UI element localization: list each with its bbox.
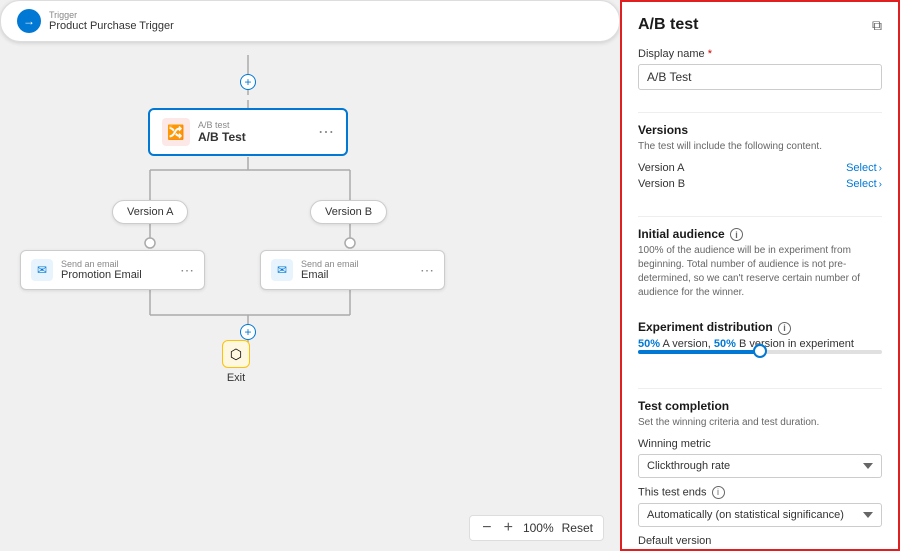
version-b-name: Version B: [638, 178, 685, 190]
zoom-out-button[interactable]: −: [480, 520, 493, 536]
panel-expand-icon[interactable]: ⧉: [872, 17, 882, 34]
dist-b-value: 50%: [714, 338, 736, 350]
ab-node-label: A/B test: [198, 120, 310, 130]
add-step-button-1[interactable]: +: [240, 74, 256, 90]
version-a-chevron: ›: [879, 163, 882, 174]
dist-a-value: 50%: [638, 338, 660, 350]
email-icon-b: ✉: [271, 259, 293, 281]
email-label-a: Send an email: [61, 259, 172, 269]
ab-test-node[interactable]: 🔀 A/B test A/B Test ⋯: [148, 108, 348, 156]
exit-node: ⬡ Exit: [222, 340, 250, 384]
zoom-level: 100%: [523, 521, 554, 535]
email-icon-a: ✉: [31, 259, 53, 281]
email-menu-a[interactable]: ⋯: [180, 262, 194, 279]
canvas: → Trigger Product Purchase Trigger + 🔀 A…: [0, 0, 620, 551]
test-completion-desc: Set the winning criteria and test durati…: [638, 416, 882, 430]
experiment-dist-info-icon[interactable]: i: [778, 322, 791, 335]
trigger-node[interactable]: → Trigger Product Purchase Trigger: [0, 0, 620, 42]
canvas-toolbar: − + 100% Reset: [469, 515, 604, 541]
experiment-dist-section: Experiment distribution i 50% A version,…: [638, 320, 882, 365]
display-name-group: Display name *: [638, 48, 882, 90]
version-a-node[interactable]: Version A: [112, 200, 188, 224]
version-a-select[interactable]: Select ›: [846, 162, 882, 174]
test-completion-title: Test completion: [638, 399, 882, 413]
trigger-name: Product Purchase Trigger: [49, 20, 174, 32]
email-node-b[interactable]: ✉ Send an email Email ⋯: [260, 250, 445, 290]
version-b-label: Version B: [325, 206, 372, 218]
trigger-label: Trigger: [49, 10, 174, 20]
reset-button[interactable]: Reset: [562, 521, 593, 535]
exit-label: Exit: [227, 372, 245, 384]
initial-audience-info-icon[interactable]: i: [730, 228, 743, 241]
winning-metric-label: Winning metric: [638, 438, 882, 450]
versions-section: Versions The test will include the follo…: [638, 123, 882, 194]
test-ends-label: This test ends i: [638, 486, 882, 499]
experiment-dist-title: Experiment distribution i: [638, 320, 882, 334]
display-name-input[interactable]: [638, 64, 882, 90]
add-step-button-2[interactable]: +: [240, 324, 256, 340]
versions-desc: The test will include the following cont…: [638, 140, 882, 154]
distribution-slider[interactable]: [638, 350, 882, 354]
versions-title: Versions: [638, 123, 882, 137]
initial-audience-desc: 100% of the audience will be in experime…: [638, 244, 882, 300]
version-a-row: Version A Select ›: [638, 162, 882, 174]
zoom-in-button[interactable]: +: [502, 520, 515, 536]
version-b-chevron: ›: [879, 179, 882, 190]
trigger-icon: →: [17, 9, 41, 33]
version-a-label: Version A: [127, 206, 173, 218]
email-menu-b[interactable]: ⋯: [420, 262, 434, 279]
panel-header: A/B test ⧉: [638, 16, 882, 34]
dist-label-a: A version,: [662, 338, 710, 350]
version-b-node[interactable]: Version B: [310, 200, 387, 224]
email-node-a[interactable]: ✉ Send an email Promotion Email ⋯: [20, 250, 205, 290]
initial-audience-title: Initial audience i: [638, 227, 882, 241]
ab-test-panel: A/B test ⧉ Display name * Versions The t…: [620, 0, 900, 551]
email-name-a: Promotion Email: [61, 269, 172, 281]
ab-node-menu[interactable]: ⋯: [318, 122, 334, 142]
exit-icon: ⬡: [222, 340, 250, 368]
default-version-label: Default version: [638, 535, 882, 547]
version-b-select[interactable]: Select ›: [846, 178, 882, 190]
ab-icon: 🔀: [162, 118, 190, 146]
panel-title: A/B test: [638, 16, 698, 34]
test-ends-info-icon[interactable]: i: [712, 486, 725, 499]
slider-fill: [638, 350, 760, 354]
version-b-row: Version B Select ›: [638, 178, 882, 190]
winning-metric-select[interactable]: Clickthrough rate: [638, 454, 882, 478]
trigger-text-block: Trigger Product Purchase Trigger: [49, 10, 174, 32]
display-name-label: Display name *: [638, 48, 882, 60]
slider-track: [638, 350, 882, 354]
test-ends-select[interactable]: Automatically (on statistical significan…: [638, 503, 882, 527]
ab-node-name: A/B Test: [198, 130, 310, 144]
email-label-b: Send an email: [301, 259, 412, 269]
initial-audience-section: Initial audience i 100% of the audience …: [638, 227, 882, 308]
version-a-name: Version A: [638, 162, 684, 174]
test-completion-section: Test completion Set the winning criteria…: [638, 399, 882, 551]
slider-thumb[interactable]: [753, 344, 767, 358]
email-name-b: Email: [301, 269, 412, 281]
